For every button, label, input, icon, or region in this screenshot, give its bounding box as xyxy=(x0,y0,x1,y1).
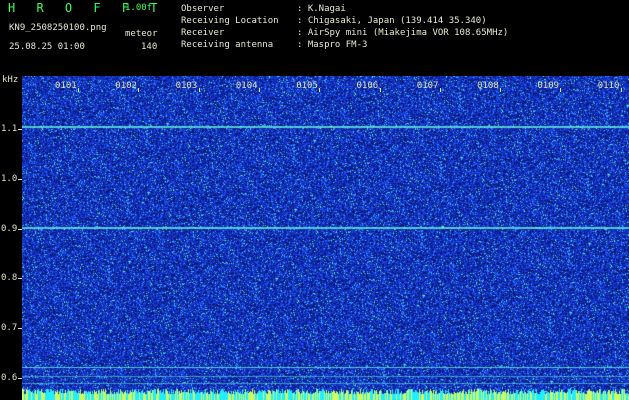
y-tick-label: 1.1 xyxy=(1,124,18,134)
spectrogram xyxy=(22,76,629,400)
y-tick-label: 0.8 xyxy=(1,273,18,283)
x-tick-label: 0103 xyxy=(175,81,198,91)
x-tick-label: 0101 xyxy=(55,81,77,91)
x-tick-mark xyxy=(439,88,441,92)
x-tick-mark xyxy=(78,88,79,92)
x-tick-label: 0108 xyxy=(477,81,499,91)
antenna-label: Receiving antenna xyxy=(181,40,274,50)
x-tick-label: 0104 xyxy=(235,81,258,91)
receiver-value: : AirSpy mini (Miakejima VOR 108.65MHz) xyxy=(297,28,509,38)
meteor-count: 140 xyxy=(141,42,158,52)
x-tick-label: 0105 xyxy=(296,81,318,91)
location-value: : Chigasaki, Japan (139.414 35.340) xyxy=(297,16,487,26)
x-tick-label: 0110 xyxy=(597,81,620,91)
timestamp: 25.08.25 01:00 xyxy=(9,42,85,52)
antenna-value: : Maspro FM-3 xyxy=(297,40,368,50)
x-tick-mark xyxy=(379,88,381,92)
y-tick-label: 0.6 xyxy=(1,373,18,383)
x-tick-mark xyxy=(560,88,562,92)
x-tick-label: 0106 xyxy=(356,81,379,91)
receiver-label: Receiver xyxy=(181,28,225,38)
x-tick-mark xyxy=(258,88,260,92)
y-axis-unit: kHz xyxy=(2,75,19,85)
observer-label: Observer xyxy=(181,4,225,14)
x-tick-label: 0102 xyxy=(115,81,137,91)
y-tick-label: 1.0 xyxy=(1,174,18,184)
observer-value: : K.Nagai xyxy=(297,4,346,14)
location-label: Receiving Location xyxy=(181,16,279,26)
x-tick-mark xyxy=(138,88,140,92)
x-tick-mark xyxy=(319,88,321,92)
x-tick-label: 0109 xyxy=(537,81,560,91)
filename: KN9_2508250100.png xyxy=(9,23,107,33)
x-tick-mark xyxy=(620,88,622,92)
x-tick-mark xyxy=(500,88,502,92)
spectrogram-noise xyxy=(22,76,629,400)
version-label: 1.00f xyxy=(125,3,153,13)
x-tick-mark xyxy=(198,88,200,92)
y-tick-label: 0.7 xyxy=(1,323,18,333)
meteor-label: meteor xyxy=(125,29,158,39)
y-tick-label: 0.9 xyxy=(1,224,18,234)
x-tick-label: 0107 xyxy=(416,81,439,91)
